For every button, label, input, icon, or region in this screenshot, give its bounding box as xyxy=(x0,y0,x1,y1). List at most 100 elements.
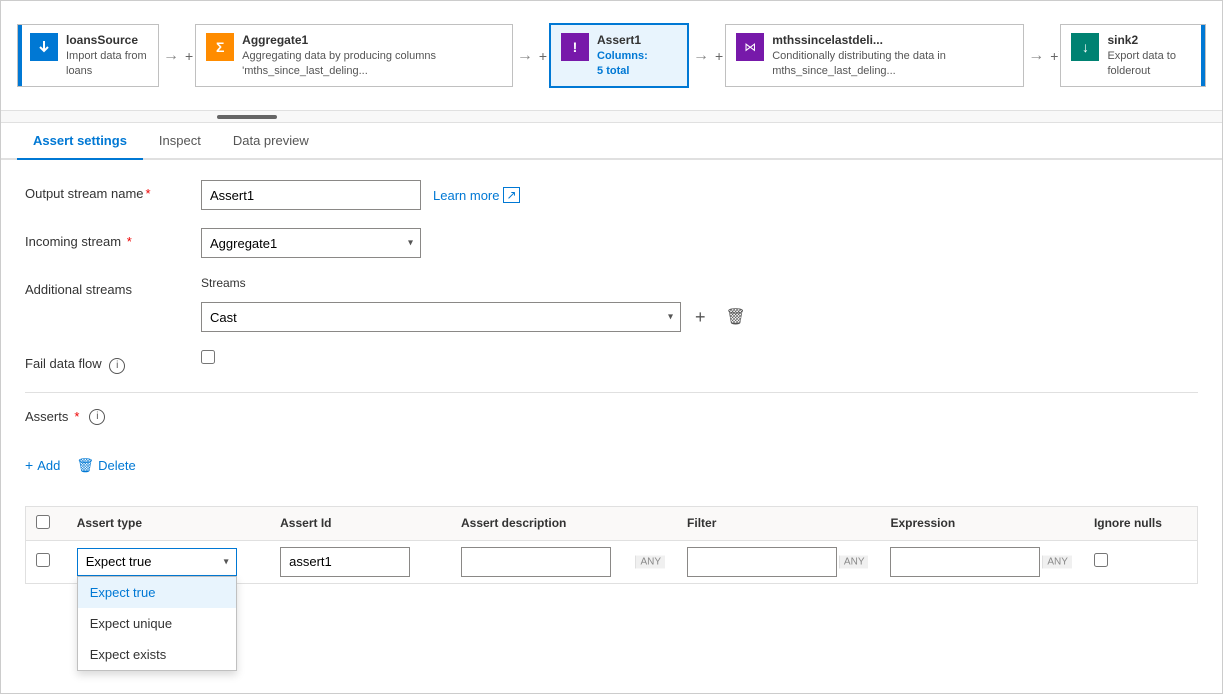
section-divider xyxy=(25,392,1198,393)
pipeline-header: loansSource Import data from loans → + Σ… xyxy=(1,1,1222,111)
asserts-label: Asserts xyxy=(25,409,68,424)
incoming-stream-label: Incoming stream * xyxy=(25,228,185,249)
th-check xyxy=(26,507,67,541)
node-aggregate1-title: Aggregate1 xyxy=(242,33,502,47)
tab-data-preview[interactable]: Data preview xyxy=(217,123,325,160)
table-row: Expect true Expect unique Expect exists … xyxy=(26,540,1197,583)
arrow-1: → xyxy=(159,47,183,65)
th-assert-id: Assert Id xyxy=(270,507,451,541)
row-check-cell xyxy=(26,540,67,583)
node-mths-subtitle: Conditionally distributing the data in m… xyxy=(772,49,1013,78)
add-stream-icon: + xyxy=(695,307,706,328)
node-assert1-subtitle: Columns: 5 total xyxy=(597,49,648,78)
expression-input[interactable] xyxy=(890,547,1040,577)
plus-3[interactable]: + xyxy=(713,48,725,64)
fail-data-flow-checkbox[interactable] xyxy=(201,350,215,364)
assert-type-wrapper: Expect true Expect unique Expect exists … xyxy=(77,548,237,576)
pipeline-node-sink2[interactable]: ↓ sink2 Export data to folderout xyxy=(1060,24,1206,87)
delete-assert-button[interactable]: 🗑 Delete xyxy=(76,453,135,478)
assert-description-input[interactable] xyxy=(461,547,611,577)
node-mths-title: mthssincelastdeli... xyxy=(772,33,1013,47)
arrow-2: → xyxy=(513,47,537,65)
ignore-nulls-checkbox[interactable] xyxy=(1094,553,1108,567)
row-ignore-nulls-cell xyxy=(1084,540,1197,583)
fail-data-flow-info-icon[interactable]: i xyxy=(109,358,125,374)
aggregate1-icon: Σ xyxy=(206,33,234,61)
additional-streams-label: Additional streams xyxy=(25,276,185,297)
th-filter: Filter xyxy=(677,507,880,541)
assert-type-select[interactable]: Expect true Expect unique Expect exists xyxy=(77,548,237,576)
th-assert-description: Assert description xyxy=(451,507,677,541)
assert-type-dropdown-menu: Expect true Expect unique Expect exists xyxy=(77,576,237,671)
filter-input[interactable] xyxy=(687,547,837,577)
add-stream-button[interactable]: + xyxy=(689,305,712,330)
incoming-stream-select[interactable]: Aggregate1 xyxy=(201,228,421,258)
add-assert-icon: + xyxy=(25,457,33,473)
tab-inspect[interactable]: Inspect xyxy=(143,123,217,160)
plus-4[interactable]: + xyxy=(1048,48,1060,64)
asserts-info-icon[interactable]: i xyxy=(89,409,105,425)
row-filter-cell: ANY xyxy=(677,540,880,583)
tab-assert-settings[interactable]: Assert settings xyxy=(17,123,143,160)
asserts-row: Asserts * i + Add 🗑 Delete xyxy=(25,409,1198,584)
row-assert-id-cell xyxy=(270,540,451,583)
dropdown-option-expect-true[interactable]: Expect true xyxy=(78,577,236,608)
external-link-icon: ↗ xyxy=(503,187,519,203)
th-ignore-nulls: Ignore nulls xyxy=(1084,507,1197,541)
node-loanssource-subtitle: Import data from loans xyxy=(66,49,148,78)
row-assert-type-cell: Expect true Expect unique Expect exists … xyxy=(67,540,270,583)
pipeline-node-loanssource[interactable]: loansSource Import data from loans xyxy=(17,24,159,87)
pipeline-node-mths[interactable]: ⋈ mthssincelastdeli... Conditionally dis… xyxy=(725,24,1024,87)
learn-more-link[interactable]: Learn more ↗ xyxy=(433,187,520,203)
incoming-stream-dropdown-wrapper: Aggregate1 ▾ xyxy=(201,228,421,258)
asserts-table-container: Assert type Assert Id Assert description… xyxy=(25,506,1198,584)
delete-stream-button[interactable]: 🗑 xyxy=(720,305,752,329)
output-stream-name-row: Output stream name* Learn more ↗ xyxy=(25,180,1198,210)
fail-data-flow-row: Fail data flow i xyxy=(25,350,1198,374)
row-checkbox[interactable] xyxy=(36,553,50,567)
incoming-stream-row: Incoming stream * Aggregate1 ▾ xyxy=(25,228,1198,258)
plus-1[interactable]: + xyxy=(183,48,195,64)
output-stream-name-input[interactable] xyxy=(201,180,421,210)
assert1-icon: ! xyxy=(561,33,589,61)
node-assert1-title: Assert1 xyxy=(597,33,648,47)
asserts-required: * xyxy=(74,409,79,424)
loanssource-icon xyxy=(30,33,58,61)
assert-id-input[interactable] xyxy=(280,547,410,577)
th-expression: Expression xyxy=(880,507,1083,541)
dropdown-option-expect-unique[interactable]: Expect unique xyxy=(78,608,236,639)
node-sink2-title: sink2 xyxy=(1107,33,1193,47)
arrow-4: → xyxy=(1024,47,1048,65)
sink2-icon: ↓ xyxy=(1071,33,1099,61)
additional-streams-row: Additional streams Streams Cast ▾ + 🗑 xyxy=(25,276,1198,332)
streams-sub-label: Streams xyxy=(201,276,752,290)
mths-icon: ⋈ xyxy=(736,33,764,61)
scroll-indicator xyxy=(1,111,1222,123)
settings-panel: Output stream name* Learn more ↗ Incomin… xyxy=(1,160,1222,693)
plus-2[interactable]: + xyxy=(537,48,549,64)
streams-select[interactable]: Cast xyxy=(201,302,681,332)
output-stream-name-label: Output stream name* xyxy=(25,180,185,201)
pipeline-node-assert1[interactable]: ! Assert1 Columns: 5 total xyxy=(549,23,689,88)
row-expression-cell: ANY xyxy=(880,540,1083,583)
node-aggregate1-subtitle: Aggregating data by producing columns 'm… xyxy=(242,49,502,78)
row-assert-description-cell: ANY xyxy=(451,540,677,583)
asserts-table: Assert type Assert Id Assert description… xyxy=(26,507,1197,583)
asserts-actions: + Add 🗑 Delete xyxy=(25,453,136,478)
select-all-checkbox[interactable] xyxy=(36,515,50,529)
dropdown-option-expect-exists[interactable]: Expect exists xyxy=(78,639,236,670)
expression-any-badge: ANY xyxy=(1042,555,1072,568)
node-loanssource-title: loansSource xyxy=(66,33,148,47)
th-assert-type: Assert type xyxy=(67,507,270,541)
scroll-thumb xyxy=(217,115,277,119)
tabs-bar: Assert settings Inspect Data preview xyxy=(1,123,1222,160)
node-sink2-subtitle: Export data to folderout xyxy=(1107,49,1193,78)
add-assert-button[interactable]: + Add xyxy=(25,453,60,477)
delete-assert-icon: 🗑 xyxy=(76,457,94,474)
assert-description-any-badge: ANY xyxy=(635,555,665,568)
delete-stream-icon: 🗑 xyxy=(726,307,746,327)
streams-dropdown-wrapper: Cast ▾ xyxy=(201,302,681,332)
arrow-3: → xyxy=(689,47,713,65)
fail-data-flow-label: Fail data flow i xyxy=(25,350,185,374)
pipeline-node-aggregate1[interactable]: Σ Aggregate1 Aggregating data by produci… xyxy=(195,24,513,87)
